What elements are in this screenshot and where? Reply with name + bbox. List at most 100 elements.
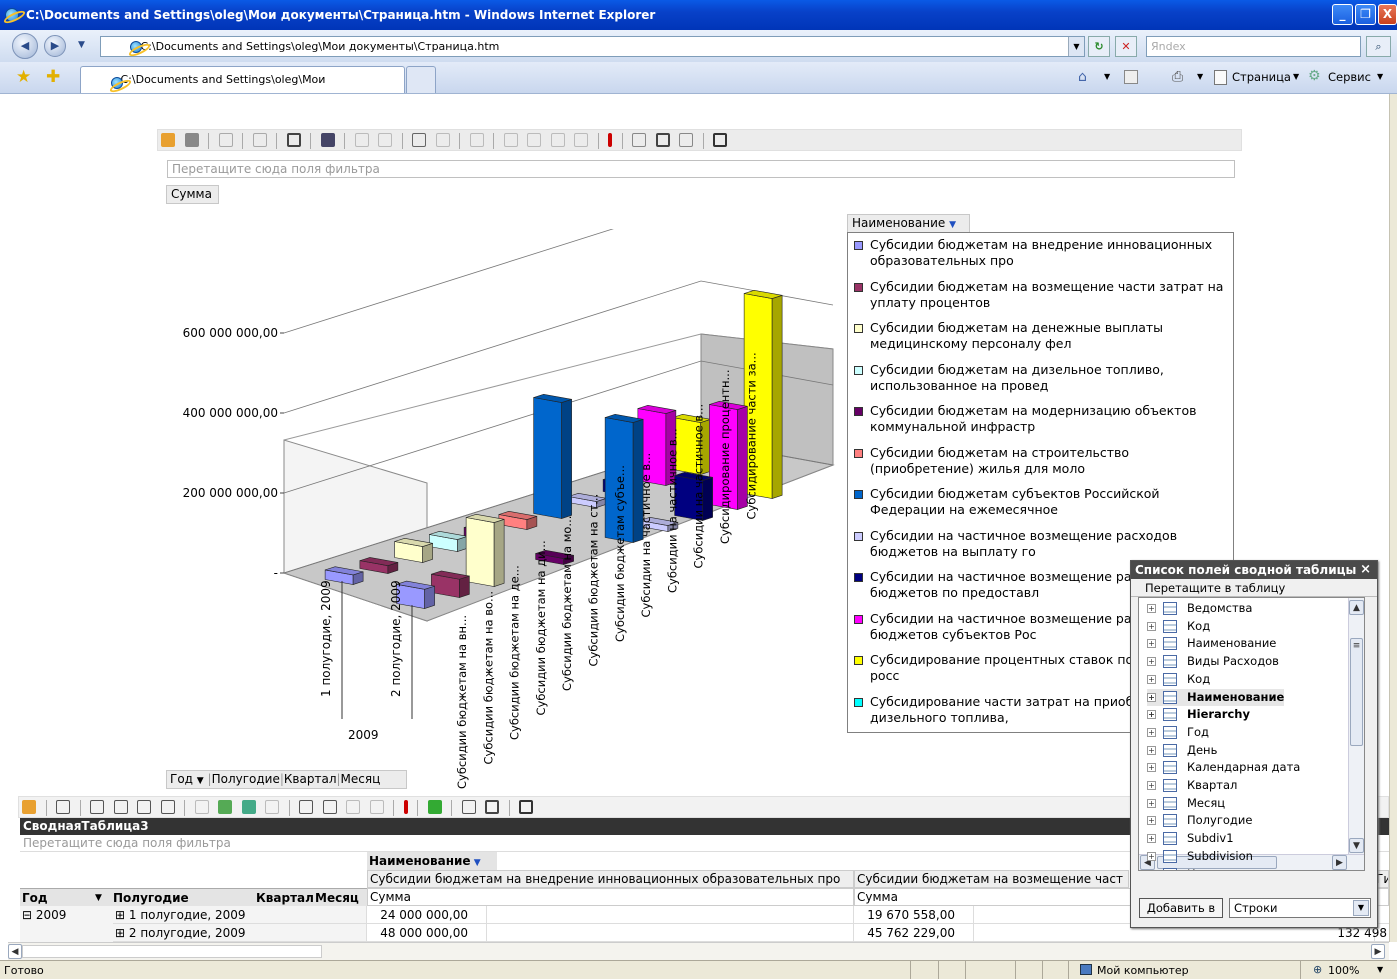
forward-button[interactable]: ▶	[44, 35, 66, 57]
chart-bar[interactable]	[465, 513, 505, 587]
copy-icon[interactable]	[56, 800, 70, 814]
add-target-dropdown-icon[interactable]: ▼	[1353, 900, 1369, 916]
commands-icon[interactable]	[679, 133, 693, 147]
field-list-vscroll[interactable]: ▲ ≡ ▼	[1348, 598, 1364, 856]
by-row-col-icon[interactable]	[320, 133, 335, 147]
feeds-icon[interactable]	[1124, 70, 1138, 84]
field-list-item[interactable]: + Код	[1147, 671, 1210, 688]
scroll-up-icon[interactable]: ▲	[1349, 600, 1364, 615]
hide-details-icon[interactable]	[550, 133, 565, 147]
category-field-month[interactable]: Месяц	[341, 772, 381, 786]
pivot-show-top-icon[interactable]	[160, 800, 175, 814]
show-details-icon[interactable]	[574, 133, 588, 147]
page-hscroll-thumb[interactable]	[22, 945, 322, 958]
field-list-item[interactable]: + Код	[1147, 618, 1210, 635]
field-list-item[interactable]: + Hierarchy	[1147, 706, 1250, 723]
tools-menu[interactable]: Сервис	[1328, 70, 1371, 84]
field-list-item[interactable]: + Виды Расходов	[1147, 653, 1279, 670]
zoom-level[interactable]: 100%	[1328, 964, 1359, 977]
chart-bar[interactable]	[533, 393, 572, 519]
search-input[interactable]: Яndex	[1146, 36, 1361, 57]
field-list-item[interactable]: + Квартал	[1147, 777, 1237, 794]
pivot-sort-desc-icon[interactable]	[113, 800, 128, 814]
expand-plus-icon[interactable]: +	[1147, 763, 1156, 773]
pivot-year-cell[interactable]: ⊟ 2009	[20, 906, 113, 942]
new-tab-button[interactable]	[406, 66, 436, 93]
expand-plus-icon[interactable]: +	[1147, 604, 1156, 613]
minimize-button[interactable]: _	[1332, 4, 1353, 25]
pivot-show-details-icon[interactable]	[369, 800, 384, 814]
export-excel-icon[interactable]	[427, 800, 442, 814]
pivot-field-list-icon[interactable]	[22, 800, 36, 814]
page-menu[interactable]: Страница	[1232, 70, 1291, 84]
expand-plus-icon[interactable]: +	[1147, 834, 1156, 844]
data-field-button[interactable]: Сумма	[166, 185, 219, 204]
pivot-autocalc-icon[interactable]	[194, 800, 209, 814]
expand-plus-icon[interactable]: +	[1147, 816, 1156, 826]
category-year-dropdown-icon[interactable]: ▼	[197, 776, 204, 786]
stop-icon[interactable]: ✕	[1115, 36, 1137, 57]
refresh-data-icon[interactable]	[608, 133, 612, 147]
history-dropdown-icon[interactable]: ▼	[78, 40, 85, 50]
scroll-right-icon[interactable]: ▶	[1332, 855, 1347, 870]
field-list-item[interactable]: + Код	[1147, 866, 1210, 870]
add-to-button[interactable]: Добавить в	[1139, 898, 1223, 918]
field-list-item[interactable]: + Ведомства	[1147, 600, 1252, 617]
sort-asc-icon[interactable]	[354, 133, 369, 147]
field-list-item[interactable]: + Полугодие	[1147, 812, 1252, 829]
refresh-icon[interactable]: ↻	[1088, 36, 1110, 57]
category-field-year[interactable]: Год	[170, 772, 193, 786]
row-field-year[interactable]: Год	[22, 889, 48, 906]
home-dropdown-icon[interactable]: ▼	[1104, 72, 1110, 81]
help-icon[interactable]	[713, 133, 727, 147]
field-list-item[interactable]: + Subdivision	[1147, 848, 1253, 865]
row-field-quarter[interactable]: Квартал	[256, 889, 314, 906]
print-icon[interactable]: ⎙	[1172, 69, 1183, 85]
category-field-quarter[interactable]: Квартал	[284, 772, 337, 786]
pivot-col2-header[interactable]: Субсидии бюджетам на возмещение част	[854, 870, 1129, 888]
pivot-expand-icon[interactable]	[322, 800, 337, 814]
address-field[interactable]: C:\Documents and Settings\oleg\Мои докум…	[100, 36, 1085, 57]
expand-plus-icon[interactable]: +	[1147, 639, 1156, 649]
close-button[interactable]: X	[1378, 4, 1397, 25]
pivot-help-icon[interactable]	[519, 800, 533, 814]
chart-bar[interactable]	[431, 570, 470, 598]
delete-icon[interactable]	[252, 133, 267, 147]
collapse-icon[interactable]	[503, 133, 518, 147]
series-dropdown-icon[interactable]: ▼	[949, 220, 956, 230]
autofilter-icon[interactable]	[412, 133, 426, 147]
pivot-properties-icon[interactable]	[485, 800, 499, 814]
series-field-button[interactable]: Наименование ▼	[847, 214, 970, 233]
expand-plus-icon[interactable]: +	[1147, 621, 1156, 631]
expand-plus-icon[interactable]: +	[1147, 781, 1156, 790]
page-hscroll[interactable]: ◀ ▶	[8, 942, 1389, 960]
pivot-chart-icon[interactable]	[461, 800, 476, 814]
pivot-row-label[interactable]: ⊞ 2 полугодие, 2009	[113, 924, 367, 942]
tools-dropdown-icon[interactable]: ▼	[1377, 72, 1383, 81]
expand-plus-icon[interactable]: +	[1147, 869, 1156, 870]
expand-plus-icon[interactable]: +	[1147, 657, 1156, 667]
page-vscroll[interactable]	[1389, 94, 1397, 942]
expand-plus-icon[interactable]: +	[1147, 692, 1156, 702]
home-icon[interactable]: ⌂	[1078, 69, 1087, 85]
scroll-down-icon[interactable]: ▼	[1349, 838, 1364, 853]
pivot-refresh-icon[interactable]	[403, 800, 408, 814]
row-field-month[interactable]: Месяц	[315, 889, 359, 906]
subtotal-icon[interactable]	[218, 800, 232, 814]
field-list-item[interactable]: + Subdiv1	[1147, 830, 1234, 847]
page-scroll-right-icon[interactable]: ▶	[1371, 944, 1385, 959]
add-favorites-icon[interactable]: ✚	[46, 67, 60, 87]
page-menu-dropdown-icon[interactable]: ▼	[1293, 72, 1299, 81]
print-dropdown-icon[interactable]: ▼	[1197, 72, 1203, 81]
field-list-item[interactable]: + Наименование	[1147, 688, 1285, 706]
browser-tab[interactable]: C:\Documents and Settings\oleg\Мои докум…	[80, 66, 405, 111]
expand-plus-icon[interactable]: +	[1147, 710, 1156, 720]
pivot-column-field[interactable]: Наименование ▼	[367, 852, 497, 870]
zoom-dropdown-icon[interactable]: ▼	[1377, 965, 1383, 974]
address-dropdown-icon[interactable]: ▼	[1068, 37, 1084, 56]
pivot-col1-header[interactable]: Субсидии бюджетам на внедрение инновацио…	[367, 870, 854, 888]
chart-type-icon[interactable]	[184, 133, 199, 147]
scroll-thumb[interactable]: ≡	[1350, 638, 1363, 746]
show-as-icon[interactable]	[265, 800, 279, 814]
chart-filter-dropzone[interactable]: Перетащите сюда поля фильтра	[167, 160, 1235, 178]
